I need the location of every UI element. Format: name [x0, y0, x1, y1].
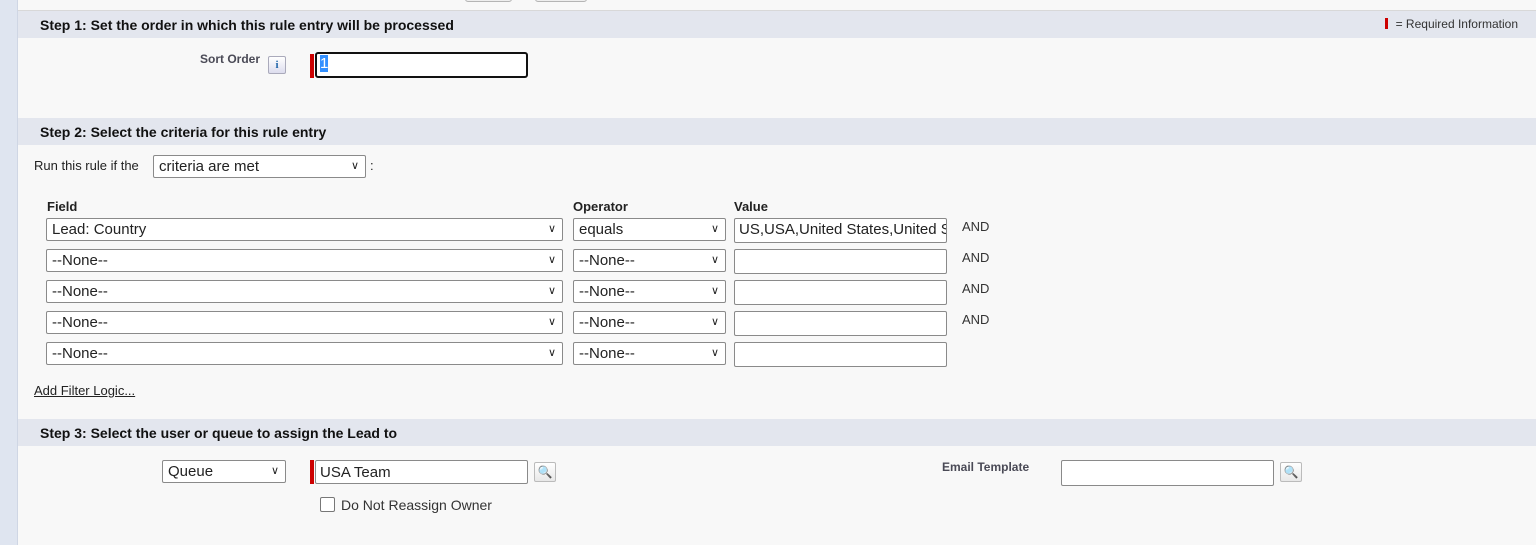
chevron-down-icon: ∨	[548, 222, 556, 235]
criteria-select[interactable]: criteria are met ∨	[153, 155, 366, 178]
step2-title: Step 2: Select the criteria for this rul…	[40, 124, 326, 140]
required-marker-icon	[1385, 18, 1388, 29]
chevron-down-icon: ∨	[548, 253, 556, 266]
join-label: AND	[962, 219, 989, 234]
step3-header: Step 3: Select the user or queue to assi…	[18, 419, 1536, 446]
email-template-label: Email Template	[942, 460, 1029, 474]
field-value: Lead: Country	[52, 221, 146, 238]
assign-type-select[interactable]: Queue ∨	[162, 460, 286, 483]
step3-title: Step 3: Select the user or queue to assi…	[40, 425, 397, 441]
add-filter-logic-link[interactable]: Add Filter Logic...	[34, 383, 135, 398]
step2-header: Step 2: Select the criteria for this rul…	[18, 118, 1536, 145]
value-input[interactable]	[734, 249, 947, 274]
field-value: --None--	[52, 314, 108, 331]
field-select[interactable]: --None-- ∨	[46, 342, 563, 365]
join-label: AND	[962, 312, 989, 327]
required-marker	[310, 460, 314, 484]
chevron-down-icon: ∨	[548, 315, 556, 328]
value-input[interactable]	[734, 342, 947, 367]
operator-select[interactable]: equals ∨	[573, 218, 726, 241]
required-marker	[310, 54, 314, 78]
chevron-down-icon: ∨	[548, 346, 556, 359]
field-select[interactable]: --None-- ∨	[46, 280, 563, 303]
chevron-down-icon: ∨	[711, 315, 719, 328]
sort-order-value: 1	[320, 55, 328, 72]
do-not-reassign-checkbox[interactable]	[320, 497, 335, 512]
sort-order-input[interactable]: 1	[315, 52, 528, 78]
operator-select[interactable]: --None-- ∨	[573, 342, 726, 365]
field-value: --None--	[52, 345, 108, 362]
operator-select[interactable]: --None-- ∨	[573, 280, 726, 303]
run-suffix: :	[370, 158, 374, 173]
required-note: = Required Information	[1396, 17, 1518, 31]
step1-title: Step 1: Set the order in which this rule…	[40, 17, 454, 33]
field-header: Field	[47, 199, 77, 214]
chevron-down-icon: ∨	[351, 159, 359, 172]
required-legend: = Required Information	[1385, 17, 1518, 31]
operator-value: --None--	[579, 345, 635, 362]
do-not-reassign-label: Do Not Reassign Owner	[341, 497, 492, 513]
email-template-input[interactable]	[1061, 460, 1274, 486]
join-label: AND	[962, 281, 989, 296]
value-input[interactable]	[734, 280, 947, 305]
run-prefix: Run this rule if the	[34, 158, 139, 173]
value-input[interactable]: US,USA,United States,United States of Am…	[734, 218, 947, 243]
join-label: AND	[962, 250, 989, 265]
field-select[interactable]: Lead: Country ∨	[46, 218, 563, 241]
top-button-2[interactable]	[535, 0, 587, 2]
operator-value: --None--	[579, 283, 635, 300]
lookup-icon[interactable]: 🔍	[534, 462, 556, 482]
assign-type-value: Queue	[168, 463, 213, 480]
field-value: --None--	[52, 252, 108, 269]
value-header: Value	[734, 199, 768, 214]
chevron-down-icon: ∨	[271, 464, 279, 477]
info-icon[interactable]: i	[268, 56, 286, 74]
operator-value: --None--	[579, 252, 635, 269]
criteria-select-value: criteria are met	[159, 158, 259, 175]
lookup-icon[interactable]: 🔍	[1280, 462, 1302, 482]
left-strip	[0, 0, 18, 545]
step1-header: Step 1: Set the order in which this rule…	[18, 11, 1536, 38]
chevron-down-icon: ∨	[711, 253, 719, 266]
chevron-down-icon: ∨	[548, 284, 556, 297]
operator-value: equals	[579, 221, 623, 238]
value-text: US,USA,United States,United States of Am…	[739, 221, 947, 238]
value-input[interactable]	[734, 311, 947, 336]
operator-select[interactable]: --None-- ∨	[573, 311, 726, 334]
operator-select[interactable]: --None-- ∨	[573, 249, 726, 272]
assignee-value: USA Team	[320, 464, 391, 481]
top-button-1[interactable]	[465, 0, 512, 2]
assignee-input[interactable]: USA Team	[315, 460, 528, 484]
field-select[interactable]: --None-- ∨	[46, 311, 563, 334]
operator-header: Operator	[573, 199, 628, 214]
chevron-down-icon: ∨	[711, 346, 719, 359]
sort-order-label: Sort Order	[200, 52, 260, 66]
chevron-down-icon: ∨	[711, 284, 719, 297]
field-select[interactable]: --None-- ∨	[46, 249, 563, 272]
chevron-down-icon: ∨	[711, 222, 719, 235]
field-value: --None--	[52, 283, 108, 300]
operator-value: --None--	[579, 314, 635, 331]
